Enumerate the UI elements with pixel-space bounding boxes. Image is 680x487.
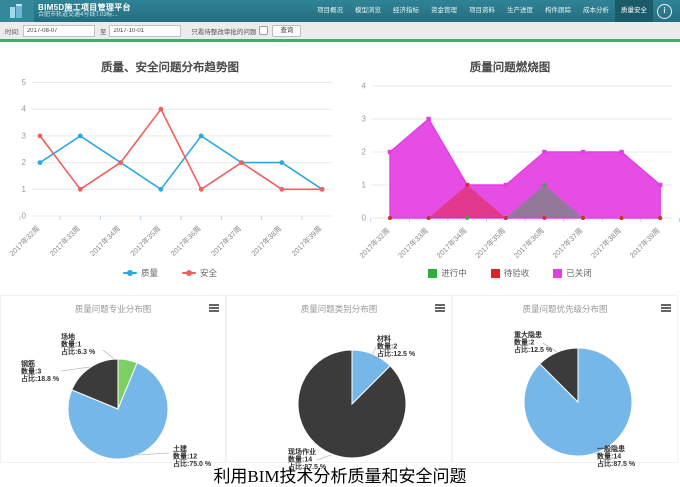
logo-buildings-icon	[8, 3, 26, 19]
pie-panel-2: 质量问题优先级分布图一般隐患数量:14占比:87.5 %重大隐患数量:2占比:1…	[452, 295, 678, 463]
svg-text:2017年35周: 2017年35周	[473, 226, 507, 260]
svg-text:2017年33周: 2017年33周	[48, 224, 82, 258]
end-date-input[interactable]	[109, 25, 181, 37]
svg-text:3: 3	[362, 115, 367, 124]
nav-tab-7[interactable]: 成本分析	[577, 0, 615, 22]
svg-text:2017年34周: 2017年34周	[88, 224, 122, 258]
app-header: BIM5D施工项目管理平台 合肥市轨道交通4号线T.03标... 项目概况模型浏…	[0, 0, 680, 22]
nav-tab-1[interactable]: 模型浏览	[349, 0, 387, 22]
panel-menu-icon[interactable]	[435, 304, 445, 313]
svg-text:2017年37周: 2017年37周	[551, 226, 585, 260]
svg-text:2017年32周: 2017年32周	[8, 224, 42, 258]
svg-text:2: 2	[22, 158, 27, 167]
nav-tab-2[interactable]: 经济指标	[387, 0, 425, 22]
svg-text:0: 0	[362, 214, 367, 223]
burndown-legend: 进行中 待验收 已关闭	[340, 267, 680, 279]
legend-label: 待验收	[504, 267, 530, 279]
svg-text:场地数量:1占比:6.3 %: 场地数量:1占比:6.3 %	[61, 332, 96, 356]
pie-charts-row: 质量问题专业分布图场地数量:1占比:6.3 %土建数量:12占比:75.0 %钢…	[0, 295, 680, 463]
caption: 利用BIM技术分析质量和安全问题	[0, 462, 680, 487]
trend-chart-panel: 质量、安全问题分布趋势图 0123452017年32周2017年33周2017年…	[0, 45, 340, 295]
legend-label: 安全	[200, 267, 217, 279]
svg-text:2017年33周: 2017年33周	[396, 226, 430, 260]
svg-text:1: 1	[362, 181, 367, 190]
svg-text:2017年37周: 2017年37周	[209, 224, 243, 258]
svg-text:0: 0	[22, 212, 27, 221]
start-date-input[interactable]	[23, 25, 95, 37]
app-subtitle: 合肥市轨道交通4号线T.03标...	[38, 12, 131, 18]
svg-text:2017年36周: 2017年36周	[169, 224, 203, 258]
pie-title: 质量问题类别分布图	[227, 296, 451, 315]
search-button[interactable]: 查询	[272, 25, 301, 37]
pie-panel-0: 质量问题专业分布图场地数量:1占比:6.3 %土建数量:12占比:75.0 %钢…	[0, 295, 226, 463]
svg-text:3: 3	[22, 131, 27, 140]
legend-item-已关闭[interactable]: 已关闭	[553, 267, 592, 279]
svg-text:2017年38周: 2017年38周	[589, 226, 623, 260]
panel-menu-icon[interactable]	[209, 304, 219, 313]
legend-item-待验收[interactable]: 待验收	[491, 267, 530, 279]
nav-tab-5[interactable]: 生产进度	[501, 0, 539, 22]
legend-line-dot-icon	[123, 272, 137, 274]
legend-square-icon	[428, 269, 437, 278]
bim5d-dashboard: BIM5D施工项目管理平台 合肥市轨道交通4号线T.03标... 项目概况模型浏…	[0, 0, 680, 487]
svg-text:2017年34周: 2017年34周	[435, 226, 469, 260]
top-nav: 项目概况模型浏览经济指标资金管理项目资料生产进度构件跟踪成本分析质量安全	[311, 0, 653, 22]
time-label: 时间:	[5, 26, 20, 36]
svg-text:钢筋数量:3占比:18.8 %: 钢筋数量:3占比:18.8 %	[21, 359, 60, 383]
legend-square-icon	[553, 269, 562, 278]
svg-text:2: 2	[362, 148, 367, 157]
svg-text:2017年32周: 2017年32周	[358, 226, 392, 260]
svg-text:材料数量:2占比:12.5 %: 材料数量:2占比:12.5 %	[376, 334, 416, 358]
svg-text:2017年36周: 2017年36周	[512, 226, 546, 260]
legend-item-安全[interactable]: 安全	[182, 267, 217, 279]
pie-chart: 一般隐患数量:14占比:87.5 %重大隐患数量:2占比:12.5 %	[453, 314, 677, 462]
app-titles: BIM5D施工项目管理平台 合肥市轨道交通4号线T.03标...	[38, 4, 131, 19]
nav-tab-4[interactable]: 项目资料	[463, 0, 501, 22]
svg-text:4: 4	[362, 82, 367, 91]
logo	[0, 0, 34, 22]
legend-item-进行中[interactable]: 进行中	[428, 267, 467, 279]
to-label: 至	[100, 26, 107, 36]
legend-label: 质量	[141, 267, 158, 279]
legend-square-icon	[491, 269, 500, 278]
svg-text:2017年35周: 2017年35周	[128, 224, 162, 258]
svg-text:1: 1	[22, 185, 27, 194]
legend-label: 进行中	[441, 267, 467, 279]
burndown-chart-panel: 质量问题燃烧图 012342017年32周2017年33周2017年34周201…	[340, 45, 680, 295]
burndown-chart: 012342017年32周2017年33周2017年34周2017年35周201…	[340, 79, 680, 269]
svg-text:重大隐患数量:2占比:12.5 %: 重大隐患数量:2占比:12.5 %	[514, 330, 553, 354]
trend-chart-title: 质量、安全问题分布趋势图	[0, 45, 340, 75]
pie-chart: 材料数量:2占比:12.5 %现场作业数量:14占比:87.5 %	[227, 314, 451, 462]
approval-filter-checkbox[interactable]	[259, 26, 268, 35]
nav-tab-6[interactable]: 构件跟踪	[539, 0, 577, 22]
svg-text:4: 4	[22, 105, 27, 114]
app-title: BIM5D施工项目管理平台	[38, 4, 131, 12]
nav-tab-0[interactable]: 项目概况	[311, 0, 349, 22]
nav-tab-8[interactable]: 质量安全	[615, 0, 653, 22]
pie-title: 质量问题优先级分布图	[453, 296, 677, 315]
filter-bar: 时间: 至 只看待整改审批的问题 查询	[0, 22, 680, 39]
trend-legend: 质量 安全	[0, 267, 340, 279]
pie-chart: 场地数量:1占比:6.3 %土建数量:12占比:75.0 %钢筋数量:3占比:1…	[1, 314, 225, 462]
pie-panel-1: 质量问题类别分布图材料数量:2占比:12.5 %现场作业数量:14占比:87.5…	[226, 295, 452, 463]
pie-title: 质量问题专业分布图	[1, 296, 225, 315]
trend-chart: 0123452017年32周2017年33周2017年34周2017年35周20…	[0, 79, 340, 269]
panel-menu-icon[interactable]	[661, 304, 671, 313]
svg-text:2017年38周: 2017年38周	[249, 224, 283, 258]
svg-text:2017年39周: 2017年39周	[290, 224, 324, 258]
legend-label: 已关闭	[566, 267, 592, 279]
checkbox-label: 只看待整改审批的问题	[191, 26, 256, 36]
svg-text:2017年39周: 2017年39周	[628, 226, 662, 260]
legend-item-质量[interactable]: 质量	[123, 267, 158, 279]
burndown-chart-title: 质量问题燃烧图	[340, 45, 680, 75]
user-icon[interactable]: i	[657, 4, 672, 19]
svg-text:5: 5	[22, 79, 27, 87]
green-divider	[0, 39, 680, 42]
nav-tab-3[interactable]: 资金管理	[425, 0, 463, 22]
legend-line-dot-icon	[182, 272, 196, 274]
